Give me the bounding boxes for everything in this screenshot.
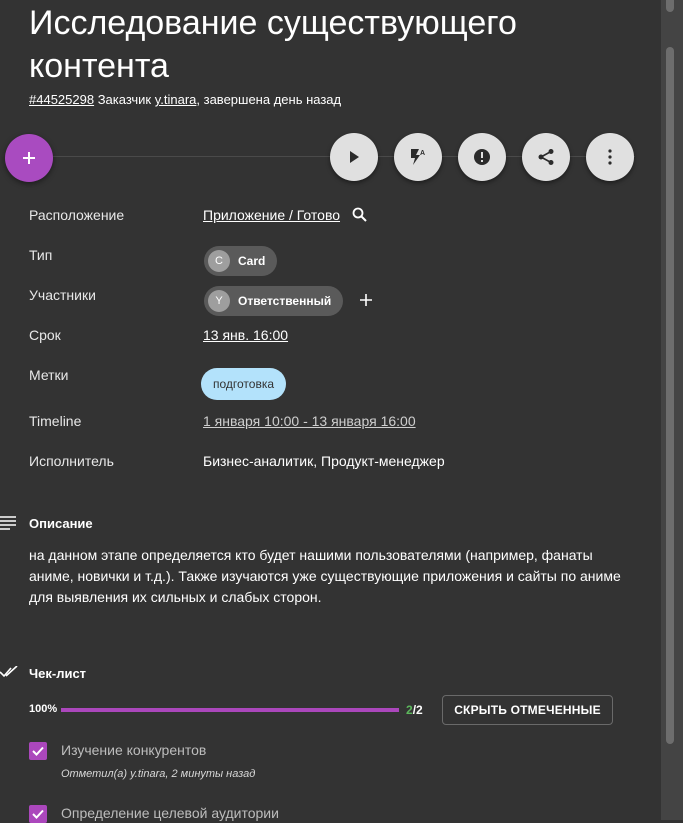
checklist-checkbox[interactable] <box>29 805 47 823</box>
checklist-title: Чек-лист <box>29 666 87 681</box>
checklist-item-label[interactable]: Изучение конкурентов <box>61 742 206 758</box>
report-button[interactable] <box>458 133 506 181</box>
card-title: Исследование существующего контента <box>29 4 517 85</box>
description-title: Описание <box>29 516 93 531</box>
more-vert-icon <box>608 149 612 165</box>
card-id-link[interactable]: #44525298 <box>29 92 94 107</box>
progress-percent: 100% <box>29 703 58 715</box>
type-label: Тип <box>29 247 53 263</box>
flash-auto-icon: A <box>411 149 425 165</box>
assignee-value: Бизнес-аналитик, Продукт-менеджер <box>203 453 445 469</box>
customer-link[interactable]: y.tinara <box>155 92 197 107</box>
member-chip-label: Ответственный <box>238 294 332 308</box>
progress-total: /2 <box>412 703 423 717</box>
check-icon <box>32 809 44 819</box>
location-label: Расположение <box>29 207 125 223</box>
more-button[interactable] <box>586 133 634 181</box>
tag-chip[interactable]: подготовка <box>201 368 287 400</box>
avatar: Y <box>208 290 230 312</box>
add-button[interactable] <box>5 134 53 182</box>
description-text[interactable]: на данном этапе определяется кто будет н… <box>29 545 629 608</box>
progress-bar <box>61 708 399 712</box>
timeline-value[interactable]: 1 января 10:00 - 13 января 16:00 <box>203 413 416 429</box>
progress-count: 2/2 <box>406 703 423 717</box>
tags-label: Метки <box>29 367 69 383</box>
assignee-label: Исполнитель <box>29 453 114 469</box>
due-label: Срок <box>29 327 61 343</box>
scrollbar-thumb[interactable] <box>666 47 674 744</box>
alert-icon <box>474 149 490 165</box>
type-chip-label: Card <box>238 254 266 268</box>
progress-fill <box>61 708 399 712</box>
customer-prefix: Заказчик <box>97 92 152 107</box>
automation-button[interactable]: A <box>394 133 442 181</box>
member-chip[interactable]: Y Ответственный <box>204 286 344 316</box>
scrollbar-top-thumb[interactable] <box>666 0 674 12</box>
members-label: Участники <box>29 287 96 303</box>
checklist-checkbox[interactable] <box>29 742 47 760</box>
location-link[interactable]: Приложение / Готово <box>203 207 340 223</box>
location-value: Приложение / Готово <box>203 207 367 223</box>
progress-done: 2 <box>406 703 413 717</box>
checklist-item-meta: Отметил(а) y.tinara, 2 минуты назад <box>61 768 256 780</box>
checklist-icon <box>0 666 18 678</box>
timeline-label: Timeline <box>29 413 82 429</box>
type-avatar: C <box>208 250 230 272</box>
description-icon <box>0 516 16 530</box>
share-button[interactable] <box>522 133 570 181</box>
add-icon <box>23 152 35 164</box>
checklist-item-label[interactable]: Определение целевой аудитории <box>61 805 279 821</box>
type-chip[interactable]: C Card <box>204 246 278 276</box>
search-icon[interactable] <box>352 207 367 222</box>
check-icon <box>32 746 44 756</box>
card-subtitle: #44525298 Заказчик y.tinara, завершена д… <box>29 92 341 107</box>
hide-checked-button[interactable]: СКРЫТЬ ОТМЕЧЕННЫЕ <box>442 695 613 725</box>
play-icon <box>350 151 359 163</box>
add-member-icon[interactable] <box>360 294 372 306</box>
play-button[interactable] <box>330 133 378 181</box>
svg-text:A: A <box>420 150 425 157</box>
due-value[interactable]: 13 янв. 16:00 <box>203 327 288 343</box>
share-icon <box>538 149 554 165</box>
card-status: , завершена день назад <box>196 92 342 107</box>
